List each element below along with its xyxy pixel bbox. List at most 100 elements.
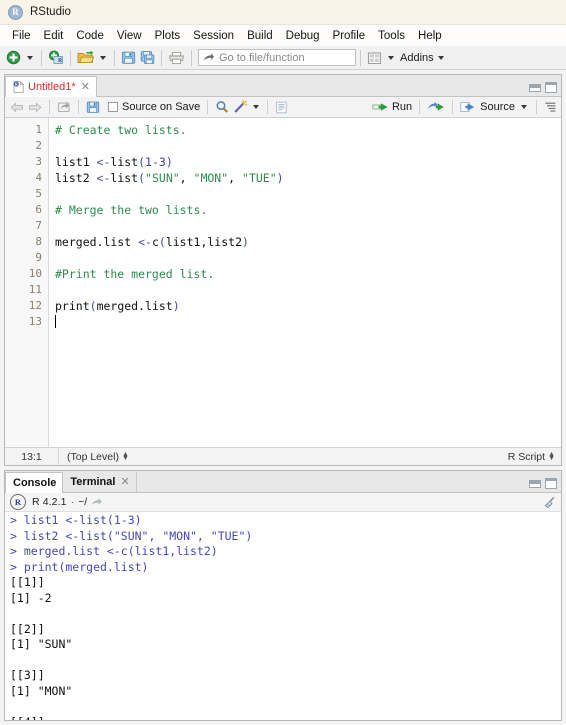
code-text[interactable]: # Create two lists. list1 <-list(1-3) lis… <box>49 118 561 447</box>
search-magnifier-icon[interactable] <box>213 98 231 116</box>
console-output-line: [1] -2 <box>10 590 52 605</box>
code-line[interactable] <box>55 186 561 202</box>
menu-session[interactable]: Session <box>187 28 241 44</box>
code-line[interactable]: merged.list <-c(list1,list2) <box>55 234 561 250</box>
code-token: list2 <box>55 171 97 185</box>
menu-tools[interactable]: Tools <box>372 28 412 44</box>
console-output[interactable]: > list1 <-list(1-3) > list2 <-list("SUN",… <box>5 512 561 720</box>
save-disk-icon[interactable] <box>119 48 138 68</box>
code-tools-wand-icon[interactable] <box>231 98 250 116</box>
scope-selector[interactable]: (Top Level) ▲ ▼ <box>59 451 129 463</box>
code-line[interactable]: print(merged.list) <box>55 298 561 314</box>
save-disk-icon[interactable] <box>84 98 102 116</box>
code-token: # Create two lists. <box>55 123 187 137</box>
code-line[interactable]: #Print the merged list. <box>55 266 561 282</box>
chevron-updown-icon: ▲ ▼ <box>548 450 555 462</box>
tab-terminal[interactable]: Terminal ✕ <box>63 472 137 492</box>
maximize-pane-icon[interactable] <box>545 478 557 489</box>
source-pane-window-controls <box>529 82 557 93</box>
open-file-dropdown-caret-icon[interactable] <box>100 55 106 60</box>
minimize-pane-icon[interactable] <box>529 479 541 488</box>
workspace-panes-caret-icon[interactable] <box>388 55 394 60</box>
tab-label: Console <box>13 477 57 489</box>
code-line[interactable] <box>55 250 561 266</box>
rstudio-logo-icon: R <box>8 4 23 20</box>
show-in-new-window-icon[interactable] <box>91 497 103 508</box>
toolbar-separator <box>114 49 115 66</box>
console-output-line: [1] "MON" <box>10 683 73 698</box>
code-line[interactable] <box>55 218 561 234</box>
code-line[interactable]: # Merge the two lists. <box>55 202 561 218</box>
r-document-icon: R <box>13 81 24 93</box>
tab-console[interactable]: Console <box>5 472 64 493</box>
source-on-save-checkbox[interactable]: Source on Save <box>106 98 202 116</box>
show-in-new-window-icon[interactable] <box>55 98 73 116</box>
code-token: ( <box>138 155 146 169</box>
line-number: 5 <box>35 187 42 200</box>
menu-file[interactable]: File <box>6 28 38 44</box>
line-number: 2 <box>35 139 42 152</box>
line-number: 9 <box>35 251 42 264</box>
tab-untitled1[interactable]: R Untitled1* ✕ <box>5 76 97 97</box>
close-icon[interactable]: ✕ <box>120 476 129 488</box>
editor-toolbar-separator <box>267 100 269 114</box>
toolbar-separator <box>191 49 192 66</box>
svg-text:R: R <box>58 58 63 64</box>
menu-edit[interactable]: Edit <box>38 28 71 44</box>
main-toolbar: R Go to file/function Addins <box>0 46 566 70</box>
workspace-panes-icon[interactable] <box>365 48 384 68</box>
menu-help[interactable]: Help <box>412 28 449 44</box>
source-button[interactable]: Source <box>458 98 517 116</box>
console-pane-window-controls <box>529 478 557 489</box>
file-type-selector[interactable]: R Script ▲ ▼ <box>508 451 561 463</box>
goto-file-function-input[interactable]: Go to file/function <box>198 49 356 66</box>
broom-clear-console-icon[interactable] <box>543 496 556 509</box>
back-arrow-icon[interactable] <box>8 98 26 116</box>
menu-code[interactable]: Code <box>70 28 111 44</box>
console-input-line: > print(merged.list) <box>10 559 149 574</box>
run-button[interactable]: Run <box>370 98 414 116</box>
menu-plots[interactable]: Plots <box>149 28 188 44</box>
code-token: merged.list <box>96 299 173 313</box>
compile-report-icon[interactable] <box>273 98 290 116</box>
open-folder-icon[interactable] <box>75 48 96 68</box>
addins-caret-icon[interactable] <box>437 55 444 60</box>
close-icon[interactable]: ✕ <box>81 81 90 93</box>
re-run-icon[interactable] <box>425 98 447 116</box>
new-project-icon[interactable]: R <box>46 48 66 68</box>
console-pane: Console Terminal ✕ R R 4.2.1 · ~/ > list… <box>4 470 562 721</box>
console-output-line: [[2]] <box>10 621 45 636</box>
checkbox-box[interactable] <box>108 102 118 112</box>
source-on-save-label: Source on Save <box>122 101 201 113</box>
minimize-pane-icon[interactable] <box>529 83 541 92</box>
menu-debug[interactable]: Debug <box>280 28 327 44</box>
code-token: ( <box>158 235 166 249</box>
code-line[interactable]: list2 <-list("SUN", "MON", "TUE") <box>55 170 561 186</box>
line-number: 4 <box>35 171 42 184</box>
menu-view[interactable]: View <box>111 28 149 44</box>
forward-arrow-icon[interactable] <box>26 98 44 116</box>
code-token: - <box>151 155 159 169</box>
code-token: # Merge the two lists. <box>55 203 208 217</box>
working-directory-label[interactable]: ~/ <box>78 496 87 508</box>
new-file-dropdown-caret-icon[interactable] <box>27 55 33 60</box>
maximize-pane-icon[interactable] <box>545 82 557 93</box>
code-editor[interactable]: 1 2 3 4 5 6 7 8 9 10 11 12 13 # Create two lists. li… <box>5 118 561 447</box>
code-line[interactable]: # Create two lists. <box>55 122 561 138</box>
new-file-plus-icon[interactable] <box>4 48 23 68</box>
code-line[interactable] <box>55 138 561 154</box>
save-all-disk-icon[interactable] <box>138 48 157 68</box>
source-caret-icon[interactable] <box>521 105 527 109</box>
code-tools-caret-icon[interactable] <box>253 105 260 109</box>
code-line[interactable] <box>55 282 561 298</box>
code-line[interactable] <box>55 314 561 330</box>
print-icon[interactable] <box>166 48 187 68</box>
code-line[interactable]: list1 <-list(1-3) <box>55 154 561 170</box>
code-token: "MON" <box>193 171 229 185</box>
addins-button[interactable]: Addins <box>400 52 434 64</box>
document-outline-icon[interactable] <box>542 98 558 116</box>
menu-profile[interactable]: Profile <box>327 28 373 44</box>
menu-build[interactable]: Build <box>241 28 280 44</box>
